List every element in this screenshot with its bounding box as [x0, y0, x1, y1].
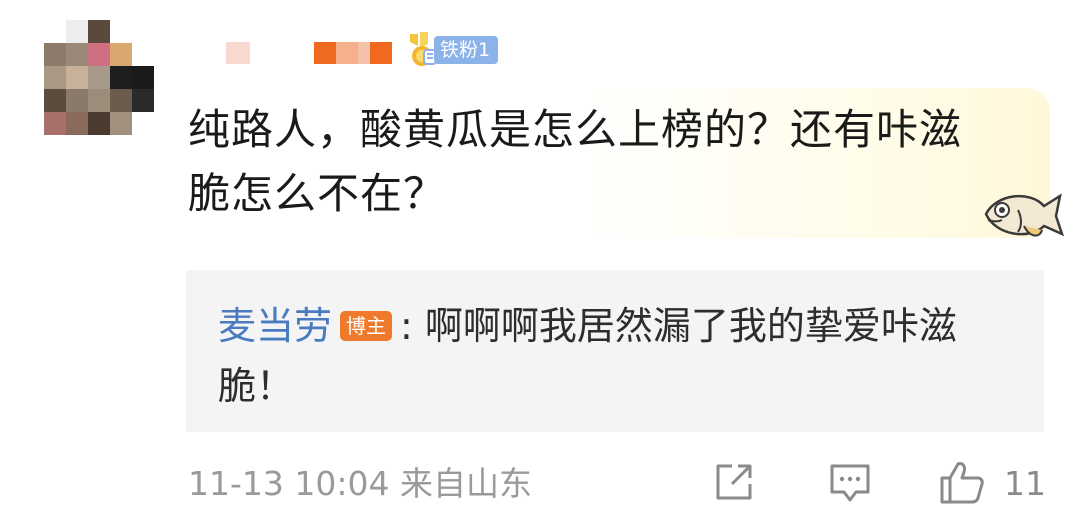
username-censored[interactable]	[226, 42, 392, 64]
reply-line-1: 麦当劳 博主: 啊啊啊我居然漏了我的挚爱咔滋	[218, 296, 998, 356]
reply-separator: :	[400, 304, 413, 348]
host-badge: 博主	[340, 311, 393, 341]
comment-icon[interactable]	[826, 458, 874, 506]
fan-badge: 铁粉1	[404, 30, 504, 68]
comment-text: 纯路人，酸黄瓜是怎么上榜的？还有咔滋 脆怎么不在？	[188, 98, 1008, 226]
comment-meta: 11-13 10:04 来自山东	[188, 462, 532, 506]
comment-line-1: 纯路人，酸黄瓜是怎么上榜的？还有咔滋	[188, 105, 963, 154]
fish-sticker-icon	[978, 184, 1066, 246]
avatar[interactable]	[44, 20, 154, 135]
reply-text: 麦当劳 博主: 啊啊啊我居然漏了我的挚爱咔滋 脆！	[218, 296, 998, 416]
fan-badge-label: 铁粉1	[434, 36, 499, 64]
comment-line-2: 脆怎么不在？	[188, 169, 447, 218]
reply-author[interactable]: 麦当劳	[218, 304, 332, 348]
location-source: 来自山东	[399, 464, 532, 503]
reply-text-line-2: 脆！	[218, 364, 295, 408]
reply-text-line-1: 啊啊啊我居然漏了我的挚爱咔滋	[424, 304, 957, 348]
timestamp: 11-13 10:04	[188, 464, 390, 503]
like-icon[interactable]	[938, 458, 986, 506]
share-icon[interactable]	[710, 458, 758, 506]
like-count: 11	[1004, 464, 1046, 503]
reply-box[interactable]: 麦当劳 博主: 啊啊啊我居然漏了我的挚爱咔滋 脆！	[186, 270, 1044, 432]
